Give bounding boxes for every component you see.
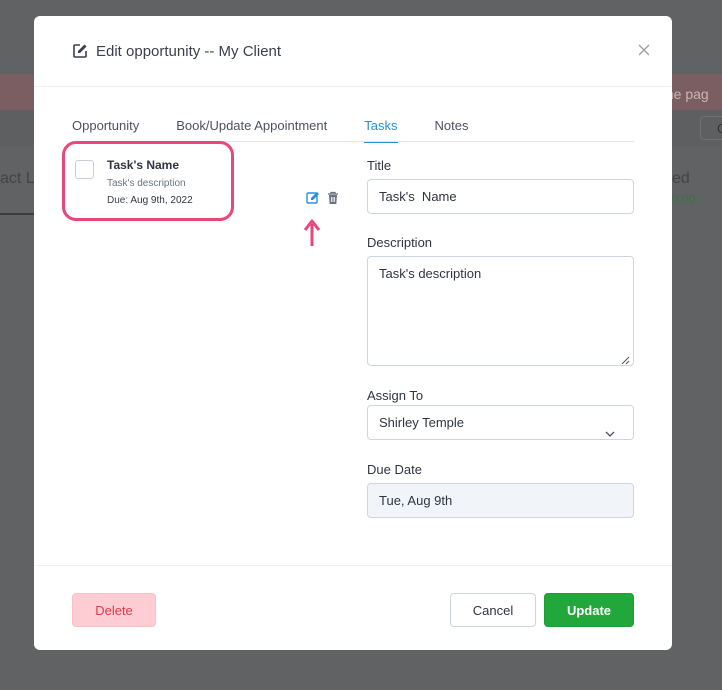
title-label: Title [367,158,392,173]
description-textarea[interactable]: Task's description [367,256,634,366]
tab-opportunity[interactable]: Opportunity [72,118,139,142]
modal-header: Edit opportunity -- My Client [34,16,672,87]
background-tab-underline [0,213,34,215]
description-value: Task's description [379,266,482,281]
assign-to-select[interactable]: Shirley Temple [367,405,634,440]
background-column-text: ed [672,170,690,187]
tab-tasks[interactable]: Tasks [364,118,398,143]
assign-to-label: Assign To [367,388,424,403]
modal-tabs: Opportunity Book/Update Appointment Task… [72,118,634,143]
assign-to-value: Shirley Temple [379,415,465,430]
task-due: Due: Aug 9th, 2022 [107,195,193,206]
task-name: Task's Name [107,158,180,172]
description-label: Description [367,235,433,250]
tab-notes[interactable]: Notes [435,118,469,142]
resize-handle-icon[interactable] [621,353,630,365]
due-date-input[interactable]: Tue, Aug 9th [367,483,634,518]
annotation-arrow-icon [303,219,321,247]
tab-book-update-appointment[interactable]: Book/Update Appointment [176,118,327,142]
task-checkbox[interactable] [75,160,94,179]
task-due-date: Aug 9th, 2022 [130,195,193,206]
edit-icon [72,43,88,59]
background-column-number: 0.00 [672,192,696,206]
task-due-prefix: Due: [107,195,129,206]
close-icon[interactable] [636,42,652,58]
task-item[interactable]: Task's Name Task's description Due: Aug … [62,141,234,221]
delete-task-icon[interactable] [326,191,340,205]
modal-title: Edit opportunity -- My Client [96,42,282,60]
cancel-button[interactable]: Cancel [450,593,536,627]
due-date-label: Due Date [367,462,422,477]
update-button[interactable]: Update [544,593,634,627]
delete-button[interactable]: Delete [72,593,156,627]
modal-footer: Delete Cancel Update [34,565,672,650]
background-tab-text: act Le [0,170,34,187]
task-description: Task's description [107,178,186,189]
title-input[interactable]: Task's Name [367,179,634,214]
edit-task-icon[interactable] [306,191,320,205]
background-button: C [700,116,722,140]
edit-opportunity-modal: Edit opportunity -- My Client Opportunit… [34,16,672,650]
chevron-down-icon [605,418,615,437]
